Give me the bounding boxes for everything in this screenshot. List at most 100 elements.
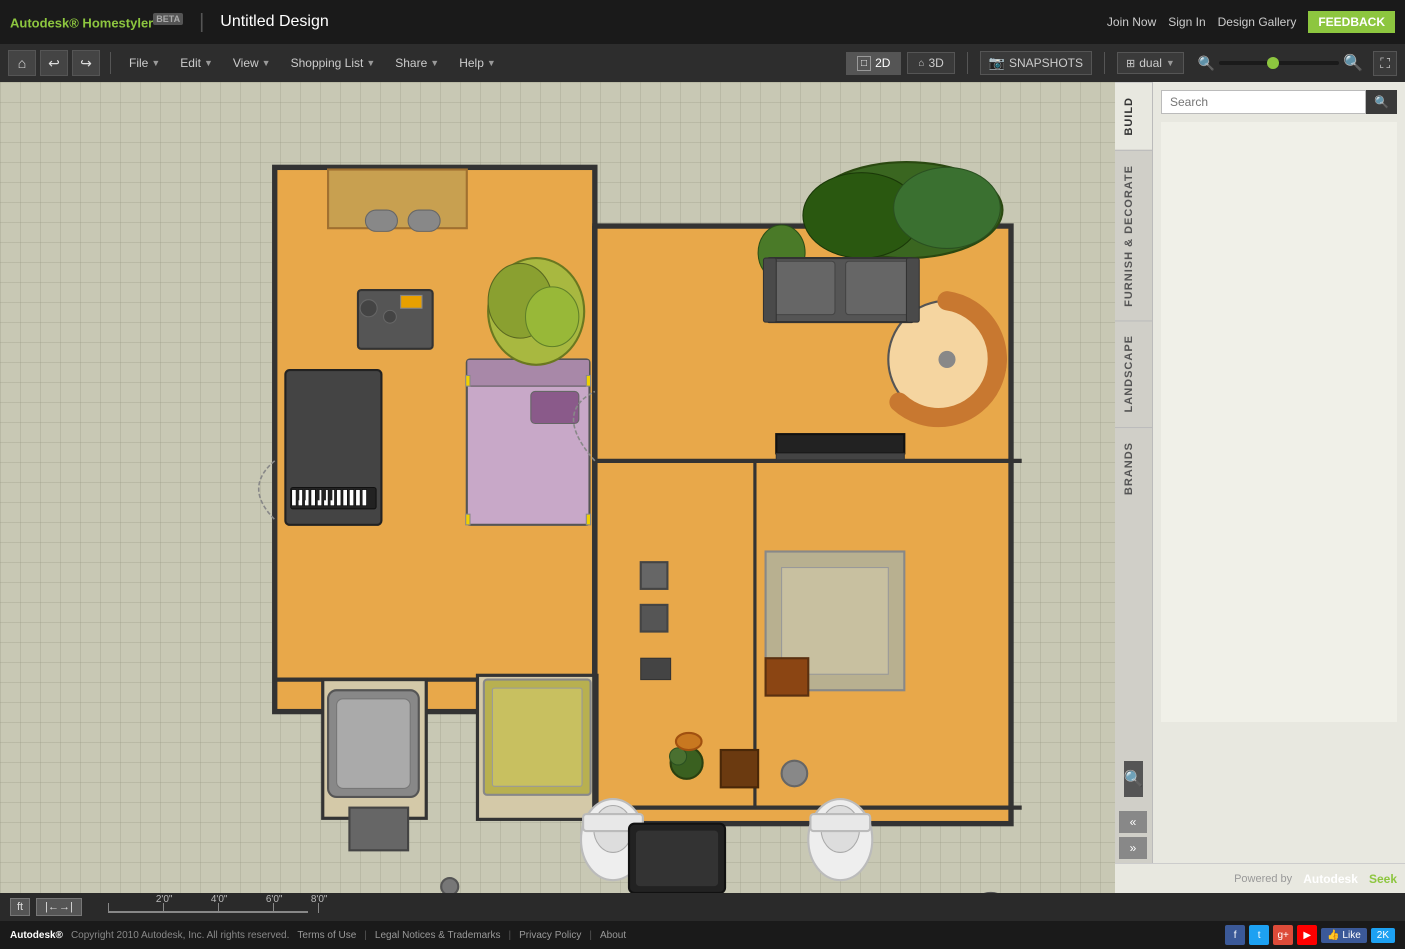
bottombar-left: ft |←→| 2'0" 4'0" 6'0" 8'0" xyxy=(10,897,318,917)
view-menu[interactable]: View ▼ xyxy=(225,52,279,74)
search-input[interactable] xyxy=(1161,90,1366,114)
like-label: Like xyxy=(1342,930,1360,941)
scale-bar: 2'0" 4'0" 6'0" 8'0" xyxy=(98,897,318,917)
file-caret: ▼ xyxy=(151,58,160,68)
panel-arrows: « » xyxy=(1115,807,1152,863)
topbar-right: Join Now Sign In Design Gallery FEEDBACK xyxy=(1107,11,1395,33)
dual-caret: ▼ xyxy=(1166,58,1175,68)
edit-menu[interactable]: Edit ▼ xyxy=(172,52,221,74)
tab-spacer xyxy=(1115,509,1152,751)
youtube-icon[interactable]: ▶ xyxy=(1297,925,1317,945)
help-menu[interactable]: Help ▼ xyxy=(451,52,504,74)
footer-sep-3: | xyxy=(589,930,592,941)
scale-line xyxy=(108,911,308,913)
menu-separator-2 xyxy=(967,52,968,74)
snapshots-button[interactable]: 📷 SNAPSHOTS xyxy=(980,51,1092,75)
share-caret: ▼ xyxy=(430,58,439,68)
view-mode-group: □ 2D ⌂ 3D 📷 SNAPSHOTS ⊞ dual ▼ 🔍 🔍 ⛶ xyxy=(846,51,1397,76)
googleplus-icon[interactable]: g+ xyxy=(1273,925,1293,945)
edit-label: Edit xyxy=(180,56,201,70)
menu-separator-1 xyxy=(110,52,111,74)
unit-button[interactable]: ft xyxy=(10,898,30,916)
panel-tabs: BUILD FURNISH & DECORATE LANDSCAPE BRAND… xyxy=(1115,82,1153,863)
file-menu[interactable]: File ▼ xyxy=(121,52,168,74)
file-label: File xyxy=(129,56,148,70)
zoom-out-icon[interactable]: 🔍 xyxy=(1198,55,1215,72)
product-name: ® Homestyler xyxy=(69,15,153,30)
ruler-icon: |←→| xyxy=(45,901,73,913)
snapshots-label: SNAPSHOTS xyxy=(1009,56,1083,70)
footer-copyright: Copyright 2010 Autodesk, Inc. All rights… xyxy=(71,930,289,941)
sign-in-link[interactable]: Sign In xyxy=(1168,15,1205,29)
fullscreen-button[interactable]: ⛶ xyxy=(1373,51,1397,76)
undo-button[interactable]: ↩ xyxy=(40,50,68,76)
scale-label-1: 2'0" xyxy=(156,894,173,905)
panel-search-icon[interactable]: 🔍 xyxy=(1124,761,1144,797)
twitter-icon[interactable]: t xyxy=(1249,925,1269,945)
panel-content: 🔍 xyxy=(1153,82,1405,863)
autodesk-logo: Autodesk® HomestylerBETA xyxy=(10,14,183,30)
twok-button[interactable]: 2K xyxy=(1371,928,1395,943)
like-button[interactable]: 👍 Like xyxy=(1321,928,1367,943)
autodesk-footer-logo: Autodesk® xyxy=(10,930,63,941)
footer-sep-2: | xyxy=(509,930,512,941)
topbar: Autodesk® HomestylerBETA | Untitled Desi… xyxy=(0,0,1405,44)
floorplan-svg xyxy=(0,82,1115,893)
shopping-list-menu[interactable]: Shopping List ▼ xyxy=(283,52,384,74)
search-row: 🔍 xyxy=(1161,90,1397,114)
feedback-button[interactable]: FEEDBACK xyxy=(1308,11,1395,33)
panel-search-area: 🔍 xyxy=(1115,751,1152,807)
join-now-link[interactable]: Join Now xyxy=(1107,15,1156,29)
camera-icon: 📷 xyxy=(989,55,1005,71)
mode-2d-button[interactable]: □ 2D xyxy=(846,52,901,75)
right-panel-wrapper: BUILD FURNISH & DECORATE LANDSCAPE BRAND… xyxy=(1115,82,1405,893)
3d-icon: ⌂ xyxy=(918,58,924,69)
zoom-slider[interactable] xyxy=(1219,61,1339,65)
collapse-right-button[interactable]: » xyxy=(1119,837,1147,859)
share-menu[interactable]: Share ▼ xyxy=(387,52,447,74)
facebook-icon[interactable]: f xyxy=(1225,925,1245,945)
ruler-button[interactable]: |←→| xyxy=(36,898,82,916)
zoom-in-icon[interactable]: 🔍 xyxy=(1343,53,1363,73)
home-button[interactable]: ⌂ xyxy=(8,50,36,76)
tab-landscape[interactable]: LANDSCAPE xyxy=(1115,320,1152,426)
dual-label: dual xyxy=(1139,56,1162,70)
redo-button[interactable]: ↪ xyxy=(72,50,100,76)
help-caret: ▼ xyxy=(487,58,496,68)
tab-brands[interactable]: BRANDS xyxy=(1115,427,1152,509)
collapse-left-button[interactable]: « xyxy=(1119,811,1147,833)
terms-link[interactable]: Terms of Use xyxy=(297,930,356,941)
2d-icon: □ xyxy=(857,56,871,71)
tab-furnish[interactable]: FURNISH & DECORATE xyxy=(1115,150,1152,321)
powered-by-text: Powered by Autodesk Seek xyxy=(1234,872,1397,886)
about-link[interactable]: About xyxy=(600,930,626,941)
design-title: Untitled Design xyxy=(220,13,329,31)
seek-label: Seek xyxy=(1369,872,1397,886)
zoom-bar: 🔍 🔍 xyxy=(1198,53,1363,73)
panel-footer: Powered by Autodesk Seek xyxy=(1115,863,1405,893)
help-label: Help xyxy=(459,56,484,70)
canvas-area[interactable] xyxy=(0,82,1115,893)
view-label: View xyxy=(233,56,259,70)
mode-3d-button[interactable]: ⌂ 3D xyxy=(907,52,954,74)
shopping-list-caret: ▼ xyxy=(366,58,375,68)
mode-3d-label: 3D xyxy=(928,56,943,70)
scale-mark-0 xyxy=(108,903,109,913)
twok-label: 2K xyxy=(1377,930,1389,941)
beta-badge: BETA xyxy=(153,13,183,25)
menubar: ⌂ ↩ ↪ File ▼ Edit ▼ View ▼ Shopping List… xyxy=(0,44,1405,82)
dual-button[interactable]: ⊞ dual ▼ xyxy=(1117,52,1184,74)
footer-links: Autodesk® Copyright 2010 Autodesk, Inc. … xyxy=(10,930,626,941)
scale-label-4: 8'0" xyxy=(311,894,328,905)
zoom-thumb xyxy=(1267,57,1279,69)
design-gallery-link[interactable]: Design Gallery xyxy=(1218,15,1297,29)
search-button[interactable]: 🔍 xyxy=(1366,90,1397,114)
privacy-link[interactable]: Privacy Policy xyxy=(519,930,581,941)
legal-link[interactable]: Legal Notices & Trademarks xyxy=(375,930,501,941)
main-area: BUILD FURNISH & DECORATE LANDSCAPE BRAND… xyxy=(0,82,1405,893)
brand-separator: | xyxy=(199,11,204,34)
edit-caret: ▼ xyxy=(204,58,213,68)
topbar-left: Autodesk® HomestylerBETA | Untitled Desi… xyxy=(10,11,329,34)
mode-2d-label: 2D xyxy=(875,56,890,70)
tab-build[interactable]: BUILD xyxy=(1115,82,1152,150)
